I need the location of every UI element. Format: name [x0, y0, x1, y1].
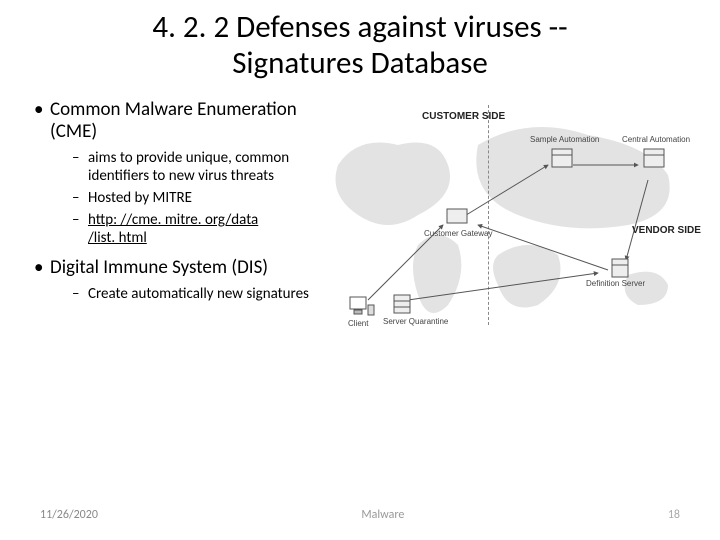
sample-automation-icon [548, 147, 576, 169]
label-customer-side: CUSTOMER SIDE [422, 111, 505, 122]
dis-diagram: CUSTOMER SIDE VENDOR SIDE Client Server … [328, 105, 688, 355]
bullet-cme: Common Malware Enumeration (CME) aims to… [34, 99, 310, 247]
sub-cme-3: http: //cme. mitre. org/data /list. html [72, 211, 310, 247]
definition-server-icon [606, 257, 634, 279]
title-line-1: 4. 2. 2 Defenses against viruses -- [152, 8, 567, 46]
sub-cme-1: aims to provide unique, common identifie… [72, 149, 310, 185]
footer-date: 11/26/2020 [40, 508, 98, 522]
label-client: Client [348, 319, 368, 328]
cme-link-line2[interactable]: /list. html [88, 229, 147, 247]
client-pc-icon [348, 295, 376, 317]
bullet-dis: Digital Immune System (DIS) Create autom… [34, 257, 310, 303]
label-central-automation: Central Automation [622, 135, 690, 144]
slide: 4. 2. 2 Defenses against viruses -- Sign… [0, 0, 720, 540]
footer-title: Malware [361, 508, 404, 522]
bullet-cme-text: Common Malware Enumeration (CME) [50, 98, 297, 143]
content-right: CUSTOMER SIDE VENDOR SIDE Client Server … [328, 99, 690, 355]
label-sample-automation: Sample Automation [530, 135, 599, 144]
content-left: Common Malware Enumeration (CME) aims to… [30, 99, 310, 355]
central-automation-icon [640, 147, 668, 169]
label-vendor-side: VENDOR SIDE [632, 225, 701, 236]
diagram-divider [488, 105, 489, 325]
label-server-quarantine: Server Quarantine [383, 317, 448, 326]
label-definition-server: Definition Server [586, 279, 645, 288]
bullet-dis-text: Digital Immune System (DIS) [50, 256, 268, 279]
cme-link-line1[interactable]: http: //cme. mitre. org/data [88, 211, 258, 229]
server-quarantine-icon [388, 293, 416, 315]
footer-page-number: 18 [668, 508, 680, 522]
customer-gateway-icon [443, 205, 471, 227]
title-line-2: Signatures Database [232, 44, 488, 82]
sub-cme-2: Hosted by MITRE [72, 189, 310, 207]
slide-title: 4. 2. 2 Defenses against viruses -- Sign… [30, 10, 690, 81]
slide-footer: 11/26/2020 Malware 18 [0, 508, 720, 522]
label-customer-gateway: Customer Gateway [424, 229, 492, 238]
sub-dis-1: Create automatically new signatures [72, 285, 310, 303]
